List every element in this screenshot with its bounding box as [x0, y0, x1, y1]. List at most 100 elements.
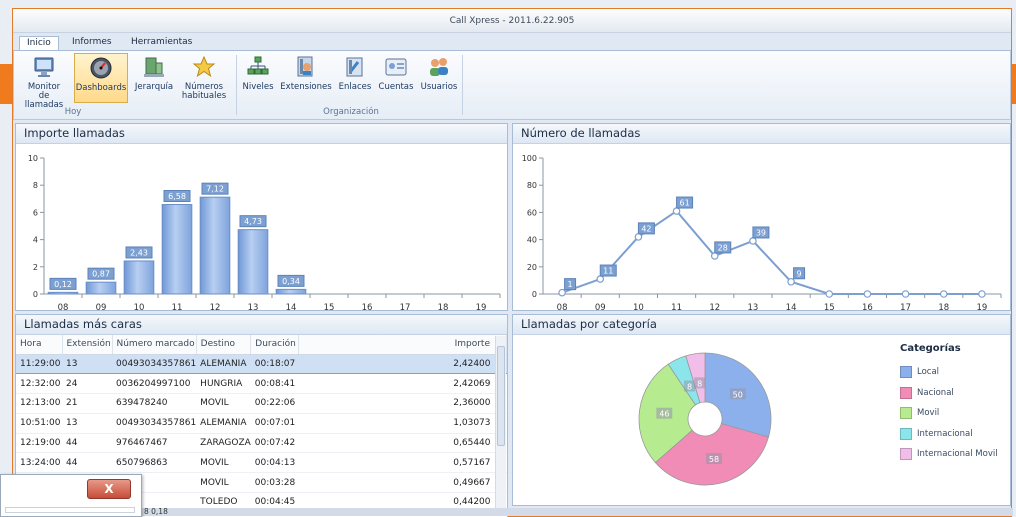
- status-text: 8 0,18: [144, 507, 168, 516]
- llamadas-por-categoria-panel: Llamadas por categoría 50 58 46 8 8 Categorí…: [512, 314, 1011, 506]
- column-header-importe[interactable]: Importe: [298, 335, 507, 355]
- star-icon: [192, 55, 216, 78]
- table-row[interactable]: 12:32:00 24 0036204997100 HUNGRIA 00:08:41 2,…: [16, 373, 507, 395]
- line-x-tick-label: 15: [824, 303, 835, 310]
- table-header-row: Hora Extensión Número marcado Destino Du…: [16, 335, 507, 355]
- legend-label: Internacional Movil: [917, 449, 998, 460]
- bar-x-tick-label: 15: [324, 303, 335, 310]
- tab-informes[interactable]: Informes: [65, 36, 119, 50]
- popup-field: [5, 507, 135, 513]
- popup-close-button[interactable]: X: [87, 479, 131, 499]
- table-row[interactable]: 13:24:00 44 650796863 MOVIL 00:04:13 0,57167: [16, 452, 507, 474]
- line-x-tick-label: 09: [595, 303, 606, 310]
- legend-swatch: [900, 448, 912, 461]
- line-point-16: [863, 290, 872, 298]
- extensiones-button[interactable]: Extensiones: [279, 53, 333, 92]
- table-row[interactable]: 10:51:00 13 00493034357861 ALEMANIA 00:07:01…: [16, 413, 507, 434]
- table-row[interactable]: 11:29:00 13 00493034357861 ALEMANIA 00:18:07…: [16, 353, 507, 375]
- table-row[interactable]: 12:19:00 44 976467467 ZARAGOZA 00:07:42 0,654…: [16, 433, 507, 454]
- table-cell: 650796863: [112, 452, 197, 474]
- window-title: Call Xpress - 2011.6.22.905: [13, 9, 1011, 33]
- bar-13: [237, 229, 269, 295]
- niveles-button[interactable]: Niveles: [240, 53, 276, 92]
- category-legend: Categorías Local Nacional Movil Internacion…: [900, 343, 998, 465]
- bar-x-tick-label: 09: [96, 303, 107, 310]
- slice-label: 8: [687, 382, 692, 391]
- bar-y-tick-label: 0: [33, 290, 38, 299]
- legend-item: Internacional Movil: [900, 444, 998, 465]
- tab-herramientas[interactable]: Herramientas: [124, 36, 199, 50]
- line-point-09-label: 11: [603, 267, 613, 276]
- table-scrollbar-thumb[interactable]: [497, 346, 505, 446]
- bar-y-tick-label: 2: [33, 263, 38, 272]
- table-cell: 00:04:13: [250, 452, 299, 474]
- table-cell: 2,42400: [298, 353, 507, 375]
- line-x-tick-label: 16: [862, 303, 873, 310]
- monitor-de-llamadas-button[interactable]: Monitor de llamadas: [19, 53, 69, 110]
- line-x-tick-label: 14: [786, 303, 797, 310]
- column-header-numero[interactable]: Número marcado: [112, 335, 197, 355]
- column-header-duracion[interactable]: Duración: [250, 335, 300, 355]
- line-point-08: [558, 288, 566, 297]
- table-row[interactable]: 12:13:00 21 639478240 MOVIL 00:22:06 2,36000: [16, 393, 507, 414]
- line-point-13-label: 39: [756, 228, 766, 237]
- table-cell: HUNGRIA: [196, 373, 251, 395]
- status-bar: 8 0,18: [13, 507, 1013, 516]
- line-x-tick-label: 12: [709, 303, 720, 310]
- table-cell: 2,36000: [298, 393, 507, 414]
- table-cell: 13: [62, 353, 112, 375]
- line-point-12: [710, 252, 719, 260]
- enlaces-button[interactable]: Enlaces: [336, 53, 374, 92]
- tab-inicio[interactable]: Inicio: [19, 36, 59, 50]
- table-scrollbar[interactable]: [495, 336, 506, 511]
- usuarios-button[interactable]: Usuarios: [418, 53, 460, 92]
- line-point-11: [672, 207, 681, 215]
- line-point-13: [749, 237, 757, 245]
- column-header-extension[interactable]: Extensión: [62, 335, 113, 355]
- bar-10-label: 2,43: [130, 248, 148, 257]
- line-y-tick-label: 40: [527, 236, 537, 245]
- legend-swatch: [900, 427, 912, 440]
- line-x-tick-label: 18: [938, 303, 949, 310]
- bar-x-tick-label: 08: [58, 303, 69, 310]
- main-window: Call Xpress - 2011.6.22.905 Inicio Infor…: [12, 8, 1013, 517]
- bar-x-tick-label: 16: [362, 303, 373, 310]
- enlaces-label: Enlaces: [338, 82, 372, 92]
- line-point-14: [787, 277, 795, 286]
- legend-swatch: [900, 407, 912, 420]
- column-header-hora[interactable]: Hora: [16, 335, 63, 355]
- legend-label: Movil: [917, 408, 940, 419]
- dashboards-button[interactable]: Dashboards: [74, 53, 128, 103]
- dashboard-gauge-icon: [90, 57, 112, 79]
- table-cell: 0036204997100: [112, 373, 197, 395]
- column-header-destino[interactable]: Destino: [196, 335, 252, 355]
- numero-llamadas-panel: Número de llamadas 0 20 40 60 80 100 08 09 10 11 1…: [512, 123, 1011, 313]
- bar-x-tick-label: 14: [286, 303, 297, 310]
- line-point-18: [939, 290, 948, 298]
- bar-x-tick-label: 11: [172, 303, 183, 310]
- cuentas-button[interactable]: Cuentas: [376, 53, 416, 92]
- bar-11-label: 6,58: [168, 192, 186, 201]
- table-cell: 13:24:00: [16, 452, 62, 474]
- line-point-19: [978, 290, 986, 298]
- slice-label: 46: [659, 410, 669, 419]
- table-cell: 00493034357861: [112, 353, 197, 375]
- bar-y-tick-label: 6: [33, 208, 38, 217]
- bar-08-label: 0,12: [54, 280, 72, 289]
- legend-title: Categorías: [900, 343, 961, 354]
- ribbon-separator: [236, 55, 237, 115]
- line-x-tick-label: 08: [557, 303, 568, 310]
- numero-llamadas-title: Número de llamadas: [513, 124, 1010, 144]
- legend-label: Local: [917, 367, 940, 378]
- notification-popup: X: [0, 474, 142, 517]
- bar-14: [275, 288, 307, 295]
- line-point-15: [825, 290, 834, 298]
- bar-y-tick-label: 4: [33, 236, 38, 245]
- table-cell: ALEMANIA: [196, 353, 251, 375]
- bar-09-label: 0,87: [92, 270, 110, 279]
- group-label-hoy: Hoy: [64, 107, 82, 117]
- table-cell: 0,65440: [298, 433, 507, 454]
- jerarquia-button[interactable]: Jerarquía: [132, 53, 176, 92]
- numeros-habituales-button[interactable]: Números habituales: [180, 53, 228, 101]
- line-series: [561, 209, 982, 295]
